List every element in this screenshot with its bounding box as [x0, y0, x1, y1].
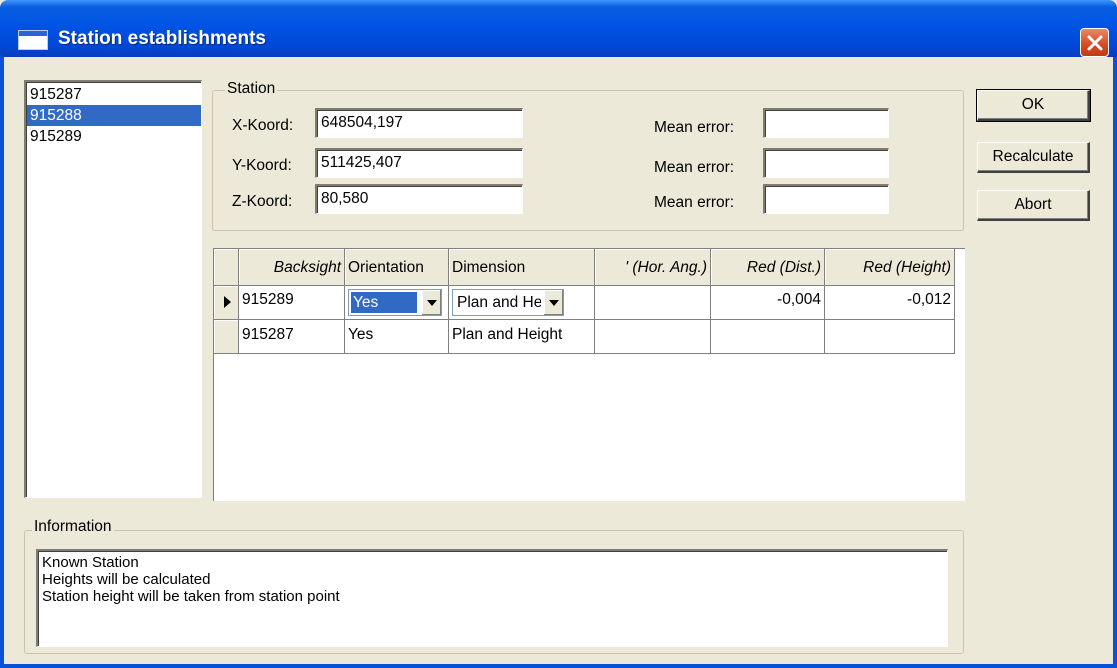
close-icon — [1087, 35, 1103, 51]
recalculate-button[interactable]: Recalculate — [977, 142, 1090, 173]
cell-hor-ang[interactable] — [595, 320, 711, 354]
chevron-down-icon[interactable] — [543, 290, 563, 315]
window-frame-right — [1113, 57, 1117, 668]
column-header-orientation[interactable]: Orientation — [345, 249, 449, 286]
backsight-grid[interactable]: Backsight Orientation Dimension ' (Hor. … — [213, 248, 965, 501]
x-mean-error-field[interactable] — [763, 108, 889, 138]
x-koord-field[interactable]: 648504,197 — [315, 108, 523, 138]
station-group-label: Station — [225, 80, 278, 98]
cell-hor-ang[interactable] — [595, 286, 711, 320]
y-mean-error-field[interactable] — [763, 148, 889, 178]
info-line: Heights will be calculated — [42, 571, 211, 588]
list-item[interactable]: 915287 — [27, 84, 201, 105]
column-header-red-height[interactable]: Red (Height) — [825, 249, 955, 286]
cell-backsight[interactable]: 915289 — [239, 286, 345, 320]
row-indicator[interactable] — [214, 320, 239, 354]
y-koord-label: Y-Koord: — [232, 157, 292, 174]
abort-button[interactable]: Abort — [977, 190, 1090, 221]
window-frame-left — [0, 57, 4, 668]
cell-red-height[interactable]: -0,012 — [825, 286, 955, 320]
window-icon — [18, 30, 48, 50]
z-koord-label: Z-Koord: — [232, 193, 293, 210]
row-indicator[interactable] — [214, 286, 239, 320]
cell-orientation[interactable]: Yes — [345, 286, 449, 320]
x-mean-error-label: Mean error: — [654, 119, 735, 136]
y-mean-error-label: Mean error: — [654, 159, 735, 176]
row-pointer-icon — [224, 296, 231, 308]
ok-button[interactable]: OK — [976, 89, 1091, 122]
dimension-dropdown[interactable]: Plan and He — [452, 289, 564, 316]
column-header-hor-ang[interactable]: ' (Hor. Ang.) — [595, 249, 711, 286]
cell-red-dist[interactable]: -0,004 — [711, 286, 825, 320]
info-line: Known Station — [42, 554, 139, 571]
window-frame-bottom — [0, 664, 1117, 668]
station-list[interactable]: 915287 915288 915289 — [24, 80, 202, 498]
grid-corner — [214, 249, 239, 286]
z-mean-error-label: Mean error: — [654, 194, 735, 211]
information-box[interactable]: Known Station Heights will be calculated… — [36, 549, 948, 647]
x-koord-label: X-Koord: — [232, 117, 294, 134]
cell-red-height[interactable] — [825, 320, 955, 354]
information-group-label: Information — [32, 518, 114, 536]
chevron-down-icon[interactable] — [421, 290, 441, 315]
close-button[interactable] — [1080, 28, 1109, 57]
info-line: Station height will be taken from statio… — [42, 588, 340, 605]
y-koord-field[interactable]: 511425,407 — [315, 148, 523, 178]
cell-orientation[interactable]: Yes — [345, 320, 449, 354]
list-item[interactable]: 915289 — [27, 126, 201, 147]
orientation-dropdown[interactable]: Yes — [348, 289, 442, 316]
cell-dimension[interactable]: Plan and He — [449, 286, 595, 320]
cell-dimension[interactable]: Plan and Height — [449, 320, 595, 354]
cell-backsight[interactable]: 915287 — [239, 320, 345, 354]
dimension-dropdown-value: Plan and He — [457, 294, 541, 311]
list-item-selected[interactable]: 915288 — [27, 105, 201, 126]
z-mean-error-field[interactable] — [763, 184, 889, 214]
orientation-dropdown-value: Yes — [351, 292, 417, 313]
column-header-red-dist[interactable]: Red (Dist.) — [711, 249, 825, 286]
z-koord-field[interactable]: 80,580 — [315, 184, 523, 214]
column-header-dimension[interactable]: Dimension — [449, 249, 595, 286]
window-title: Station establishments — [58, 28, 266, 49]
column-header-backsight[interactable]: Backsight — [239, 249, 345, 286]
cell-red-dist[interactable] — [711, 320, 825, 354]
